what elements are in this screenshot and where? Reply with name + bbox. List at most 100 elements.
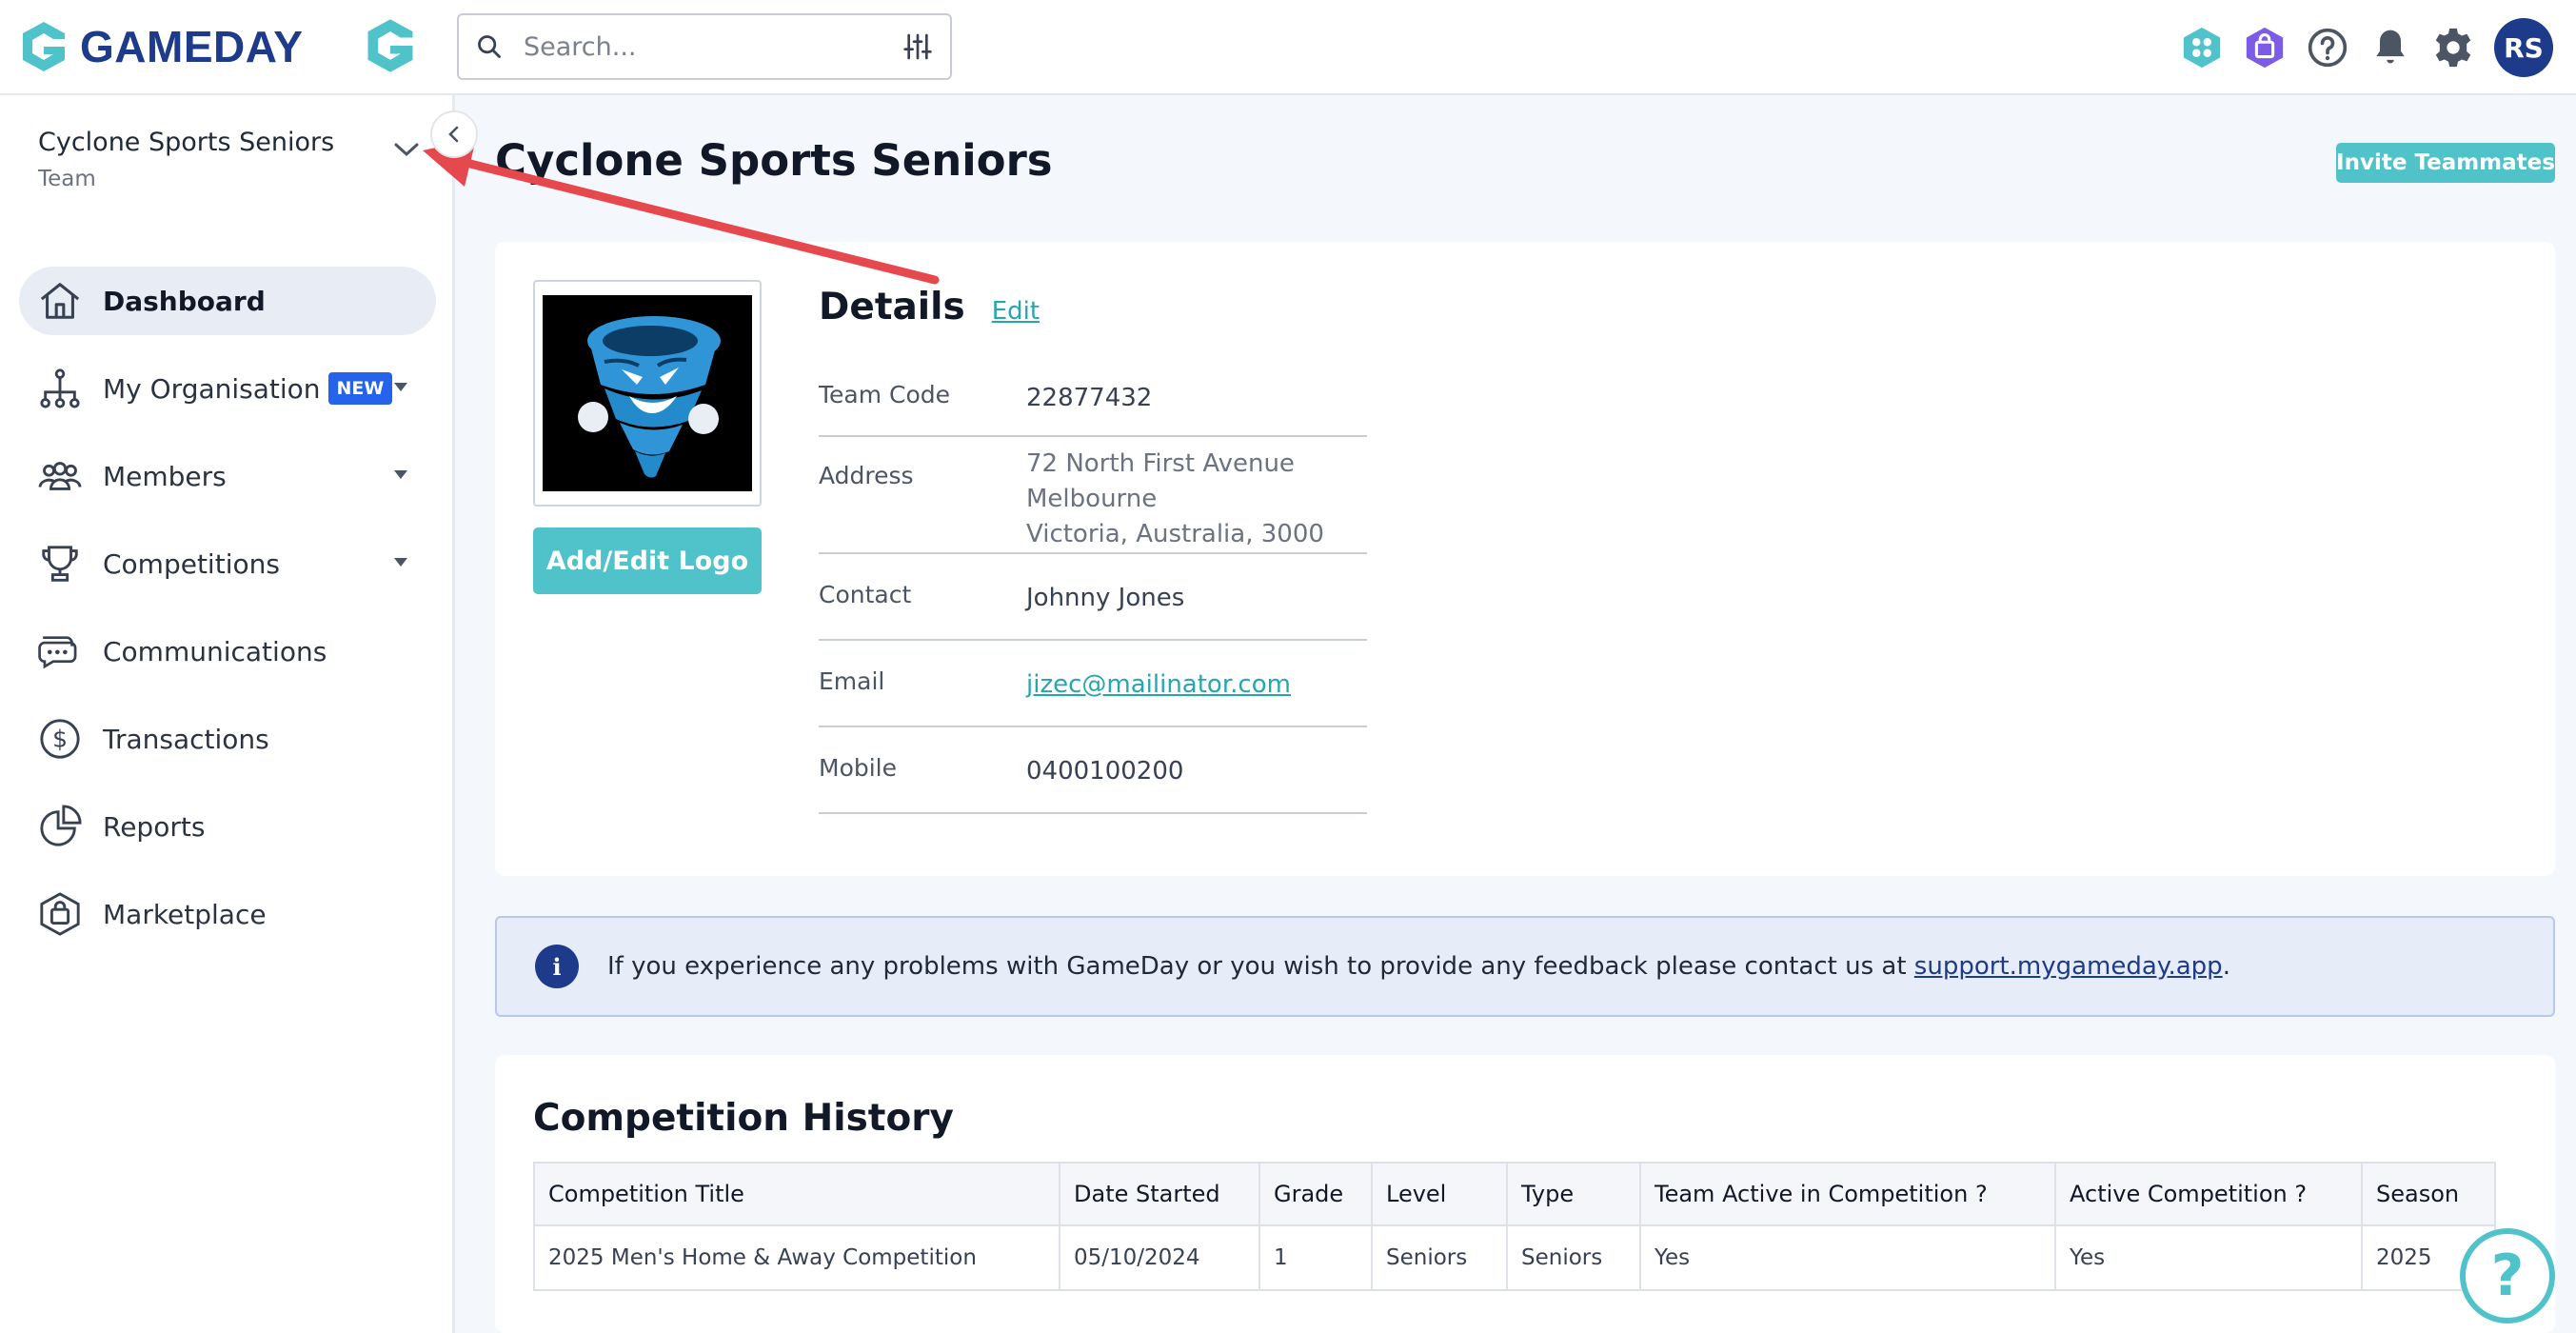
- sidebar-item-label: Reports: [103, 810, 206, 843]
- top-bar: GAMEDAY RS: [0, 0, 2576, 95]
- team-code-label: Team Code: [819, 381, 951, 408]
- column-header[interactable]: Date Started: [1059, 1162, 1260, 1226]
- trophy-icon: [36, 540, 84, 587]
- details-row-team-code: Team Code 22877432: [819, 360, 1367, 437]
- sidebar-item-marketplace[interactable]: Marketplace: [19, 880, 436, 948]
- add-edit-logo-button[interactable]: Add/Edit Logo: [533, 527, 762, 594]
- sidebar-collapse-button[interactable]: [430, 110, 478, 158]
- competition-history-table: Competition Title Date Started Grade Lev…: [533, 1162, 2496, 1291]
- sidebar-item-communications[interactable]: Communications: [19, 617, 436, 686]
- address-line-1: 72 North First Avenue: [1026, 449, 1295, 478]
- details-list: Team Code 22877432 Address 72 North Firs…: [819, 360, 1367, 814]
- sidebar-item-transactions[interactable]: $ Transactions: [19, 705, 436, 773]
- sidebar-item-competitions[interactable]: Competitions: [19, 529, 436, 598]
- search-icon: [478, 35, 501, 58]
- table-row[interactable]: 2025 Men's Home & Away Competition 05/10…: [533, 1224, 2496, 1291]
- address-line-3: Victoria, Australia, 3000: [1026, 520, 1324, 548]
- svg-text:$: $: [52, 726, 68, 753]
- gameday-g-logo[interactable]: [362, 15, 419, 80]
- details-header: Details Edit: [819, 286, 1040, 328]
- invite-teammates-button[interactable]: Invite Teammates: [2336, 143, 2555, 183]
- team-logo-frame: [533, 280, 762, 507]
- edit-details-link[interactable]: Edit: [992, 297, 1040, 326]
- org-type: Team: [38, 167, 96, 191]
- help-circle-icon[interactable]: [2306, 26, 2349, 70]
- top-icons: RS: [2180, 17, 2553, 78]
- column-header[interactable]: Competition Title: [533, 1162, 1060, 1226]
- column-header[interactable]: Grade: [1258, 1162, 1373, 1226]
- home-icon: [36, 277, 84, 325]
- contact-label: Contact: [819, 581, 912, 608]
- caret-down-icon[interactable]: [394, 383, 407, 391]
- filter-sliders-icon[interactable]: [902, 31, 933, 62]
- chevron-down-icon[interactable]: [390, 139, 423, 160]
- caret-down-icon[interactable]: [394, 558, 407, 567]
- sidebar-item-reports[interactable]: Reports: [19, 792, 436, 861]
- sidebar-item-label: Members: [103, 460, 227, 492]
- info-suffix: .: [2222, 952, 2230, 981]
- info-banner: i If you experience any problems with Ga…: [495, 916, 2555, 1017]
- help-chat-button[interactable]: ?: [2460, 1228, 2555, 1323]
- sidebar-item-label: Dashboard: [103, 285, 266, 317]
- chevron-left-icon: [448, 126, 459, 143]
- marketplace-bag-icon[interactable]: [2243, 26, 2287, 70]
- dollar-circle-icon: $: [36, 715, 84, 763]
- sidebar-item-label: My Organisation: [103, 372, 321, 405]
- apps-hexagon-icon[interactable]: [2180, 26, 2224, 70]
- gameday-logo[interactable]: GAMEDAY: [17, 15, 303, 78]
- info-text: If you experience any problems with Game…: [607, 952, 2230, 981]
- support-link[interactable]: support.mygameday.app: [1914, 952, 2223, 981]
- members-group-icon: [36, 452, 84, 500]
- team-code-value: 22877432: [1026, 384, 1153, 412]
- gameday-g-icon: [367, 19, 413, 72]
- column-header[interactable]: Active Competition ?: [2054, 1162, 2363, 1226]
- column-header[interactable]: Team Active in Competition ?: [1639, 1162, 2056, 1226]
- sidebar-item-dashboard[interactable]: Dashboard: [19, 267, 436, 335]
- competition-history-card: Competition History Competition Title Da…: [495, 1055, 2555, 1333]
- search-input[interactable]: [524, 31, 902, 62]
- caret-down-icon[interactable]: [394, 470, 407, 479]
- org-name: Cyclone Sports Seniors: [38, 128, 335, 157]
- mobile-value: 0400100200: [1026, 757, 1184, 786]
- org-switcher[interactable]: Cyclone Sports Seniors Team: [38, 128, 334, 191]
- search-box[interactable]: [457, 13, 952, 80]
- column-header[interactable]: Type: [1506, 1162, 1641, 1226]
- address-label: Address: [819, 462, 914, 489]
- new-badge: NEW: [327, 372, 393, 405]
- contact-value: Johnny Jones: [1026, 584, 1185, 612]
- email-link[interactable]: jizec@mailinator.com: [1026, 670, 1291, 699]
- brand-wordmark: GAMEDAY: [80, 22, 304, 71]
- team-logo-image: [543, 295, 752, 491]
- address-line-2: Melbourne: [1026, 485, 1158, 513]
- table-cell: 05/10/2024: [1059, 1224, 1260, 1291]
- details-title: Details: [819, 286, 965, 328]
- info-icon: i: [535, 945, 579, 988]
- bell-icon[interactable]: [2368, 26, 2412, 70]
- sidebar-item-members[interactable]: Members: [19, 442, 436, 510]
- address-value: 72 North First Avenue Melbourne Victoria…: [1026, 447, 1324, 552]
- details-row-email: Email jizec@mailinator.com: [819, 641, 1367, 727]
- shopping-bag-hexagon-icon: [36, 890, 84, 938]
- details-row-address: Address 72 North First Avenue Melbourne …: [819, 437, 1367, 554]
- column-header[interactable]: Level: [1371, 1162, 1508, 1226]
- page-title: Cyclone Sports Seniors: [495, 135, 1053, 186]
- table-cell: 2025 Men's Home & Away Competition: [533, 1224, 1060, 1291]
- column-header[interactable]: Season: [2361, 1162, 2496, 1226]
- sidebar-item-label: Marketplace: [103, 898, 267, 930]
- sidebar-item-my-organisation[interactable]: My Organisation NEW: [19, 354, 436, 423]
- table-cell: Seniors: [1506, 1224, 1641, 1291]
- sidebar-item-label: Transactions: [103, 723, 269, 755]
- gear-icon[interactable]: [2431, 26, 2475, 70]
- details-row-contact: Contact Johnny Jones: [819, 554, 1367, 641]
- details-row-mobile: Mobile 0400100200: [819, 727, 1367, 814]
- table-cell: 1: [1258, 1224, 1373, 1291]
- email-label: Email: [819, 667, 885, 695]
- table-cell: Seniors: [1371, 1224, 1508, 1291]
- competition-history-title: Competition History: [533, 1097, 954, 1140]
- sidebar-item-label: Competitions: [103, 547, 280, 580]
- sidebar-item-label: Communications: [103, 635, 327, 667]
- mobile-label: Mobile: [819, 754, 898, 782]
- table-cell: Yes: [1639, 1224, 2056, 1291]
- sidebar-nav: Dashboard My Organisation NEW Members Co…: [19, 267, 436, 967]
- avatar[interactable]: RS: [2494, 18, 2553, 77]
